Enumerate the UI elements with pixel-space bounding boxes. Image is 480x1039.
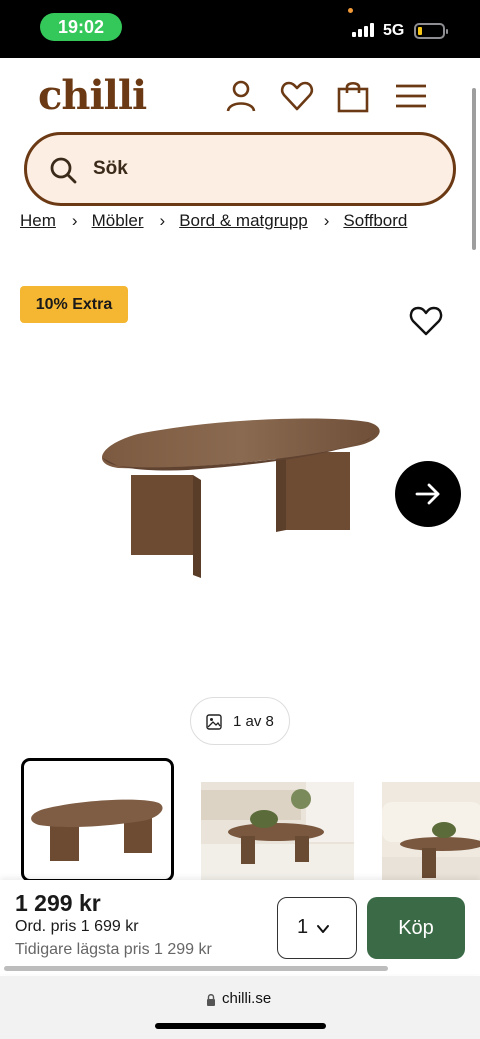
favorite-heart-icon[interactable] [408,303,444,337]
chilli-logo[interactable]: chilli [38,72,147,119]
signal-icon [352,22,376,37]
horizontal-scroll-indicator [4,966,388,971]
quantity-select[interactable]: 1 [277,897,357,959]
breadcrumb-separator: › [159,211,166,230]
vertical-scrollbar[interactable] [472,88,476,250]
heart-icon[interactable] [279,78,315,114]
breadcrumb: Hem › Möbler › Bord & matgrupp › Soffbord [20,208,480,234]
home-indicator[interactable] [155,1023,326,1029]
lock-icon [207,994,215,1006]
status-bar: 19:02 5G [0,0,480,58]
status-time: 19:02 [40,13,122,41]
network-label: 5G [383,22,405,39]
battery-icon [414,23,448,39]
buy-button[interactable]: Köp [367,897,465,959]
quantity-value: 1 [297,916,309,938]
search-bar[interactable] [24,132,456,206]
search-icon [50,157,77,184]
discount-badge: 10% Extra [20,286,128,323]
breadcrumb-separator: › [323,211,330,230]
chevron-down-icon [317,925,329,933]
lowest-previous-price: Tidigare lägsta pris 1 299 kr [15,941,212,958]
site-header: chilli [0,58,480,130]
buy-bar: 1 299 kr Ord. pris 1 699 kr Tidigare läg… [0,880,480,974]
breadcrumb-bord-matgrupp[interactable]: Bord & matgrupp [179,211,308,231]
product-price: 1 299 kr [15,890,101,916]
hamburger-menu-icon[interactable] [393,78,429,114]
user-icon[interactable] [223,78,259,114]
breadcrumb-soffbord[interactable]: Soffbord [343,211,407,231]
arrow-right-icon [415,483,440,505]
product-image-coffee-table[interactable] [98,410,382,582]
breadcrumb-home[interactable]: Hem [20,211,56,231]
image-counter: 1 av 8 [190,697,290,745]
shopping-bag-icon[interactable] [335,78,371,114]
image-icon [206,714,222,730]
image-counter-text: 1 av 8 [233,713,274,730]
camera-indicator-dot [348,8,353,13]
next-image-button[interactable] [395,461,461,527]
search-input[interactable] [93,151,433,187]
breadcrumb-separator: › [71,211,78,230]
thumbnail-3-sofa-room[interactable] [382,782,480,882]
thumbnail-1-selected[interactable] [21,758,174,882]
browser-url-bar[interactable]: chilli.se [0,976,480,1039]
thumbnail-2-living-room[interactable] [201,782,354,882]
breadcrumb-mobler[interactable]: Möbler [92,211,144,231]
ordinary-price: Ord. pris 1 699 kr [15,918,139,935]
url-text[interactable]: chilli.se [222,990,271,1007]
